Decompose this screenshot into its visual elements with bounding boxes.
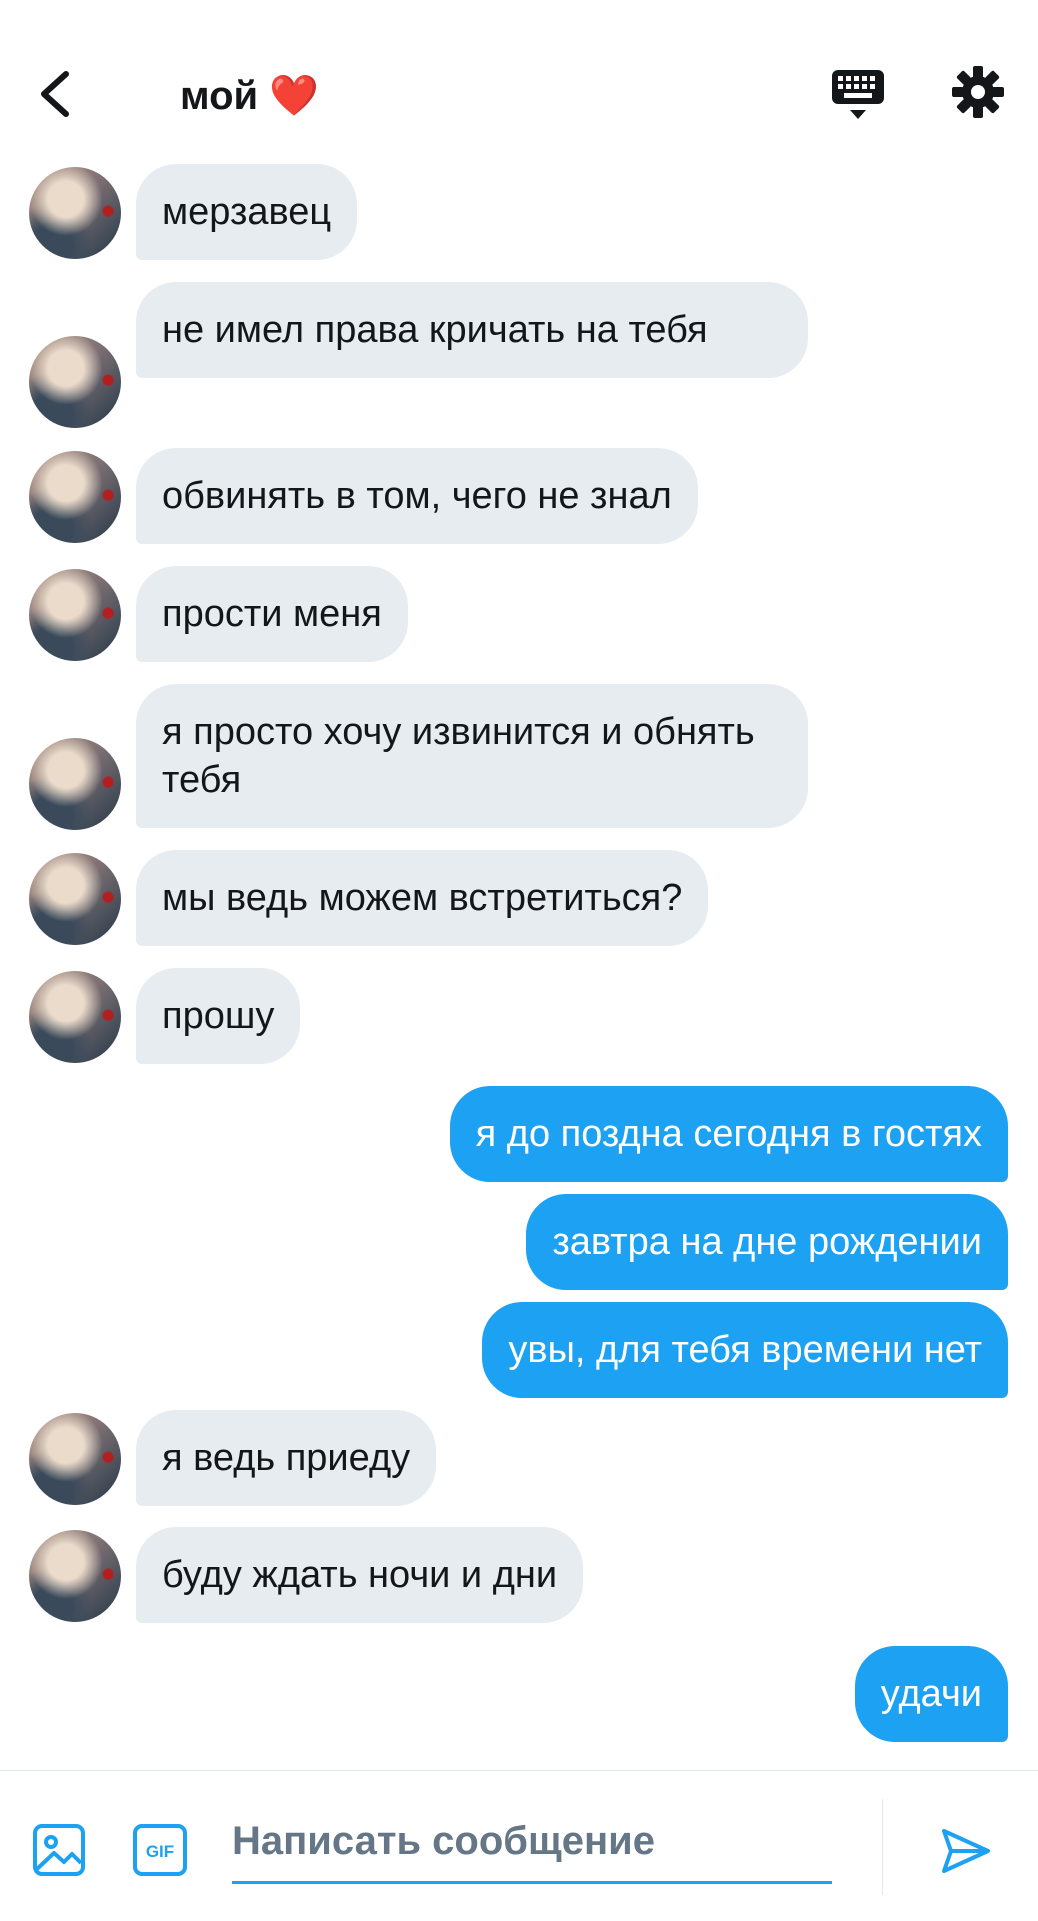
message-row: прости меня (0, 566, 1038, 664)
message-composer: GIF (0, 1770, 1038, 1921)
message-row: не имел права кричать на тебя (0, 282, 1038, 428)
message-row: увы, для тебя времени нет (0, 1302, 1038, 1400)
message-input[interactable] (232, 1801, 832, 1884)
message-bubble-outgoing[interactable]: я до поздна сегодня в гостях (449, 1086, 1008, 1182)
message-bubble-outgoing[interactable]: увы, для тебя времени нет (482, 1302, 1008, 1398)
message-bubble-outgoing[interactable]: завтра на дне рождении (526, 1194, 1008, 1290)
message-bubble-incoming[interactable]: буду ждать ночи и дни (136, 1527, 584, 1623)
message-row: я просто хочу извинится и обнять тебя (0, 684, 1038, 830)
message-row: мерзавец (0, 164, 1038, 262)
image-icon (33, 1824, 85, 1876)
message-row: удачи (0, 1646, 1038, 1744)
message-bubble-incoming[interactable]: мы ведь можем встретиться? (136, 850, 709, 946)
message-row: завтра на дне рождении (0, 1194, 1038, 1292)
composer-divider (882, 1799, 883, 1895)
message-bubble-incoming[interactable]: я просто хочу извинится и обнять тебя (136, 684, 808, 828)
send-icon (942, 1829, 990, 1873)
message-row: прошу (0, 968, 1038, 1066)
message-bubble-incoming[interactable]: прошу (136, 968, 301, 1064)
avatar[interactable] (29, 569, 121, 661)
avatar[interactable] (29, 167, 121, 259)
message-row: мы ведь можем встретиться? (0, 850, 1038, 948)
message-list[interactable]: мерзавец не имел права кричать на тебя о… (0, 0, 1038, 1770)
avatar[interactable] (29, 1530, 121, 1622)
avatar[interactable] (29, 738, 121, 830)
message-bubble-outgoing[interactable]: удачи (854, 1646, 1008, 1742)
message-row: буду ждать ночи и дни (0, 1527, 1038, 1625)
avatar[interactable] (29, 853, 121, 945)
avatar[interactable] (29, 336, 121, 428)
message-bubble-incoming[interactable]: обвинять в том, чего не знал (136, 448, 698, 544)
add-photo-button[interactable] (32, 1823, 86, 1877)
message-row: я ведь приеду (0, 1410, 1038, 1508)
avatar[interactable] (29, 971, 121, 1063)
message-row: я до поздна сегодня в гостях (0, 1086, 1038, 1184)
message-bubble-incoming[interactable]: не имел права кричать на тебя (136, 282, 808, 378)
gif-icon: GIF (133, 1824, 187, 1876)
message-bubble-incoming[interactable]: мерзавец (136, 164, 358, 260)
gif-button[interactable]: GIF (132, 1823, 188, 1877)
message-bubble-incoming[interactable]: я ведь приеду (136, 1410, 437, 1506)
message-row: обвинять в том, чего не знал (0, 448, 1038, 546)
avatar[interactable] (29, 451, 121, 543)
avatar[interactable] (29, 1413, 121, 1505)
svg-text:GIF: GIF (146, 1842, 174, 1861)
send-button[interactable] (938, 1823, 994, 1879)
message-bubble-incoming[interactable]: прости меня (136, 566, 408, 662)
